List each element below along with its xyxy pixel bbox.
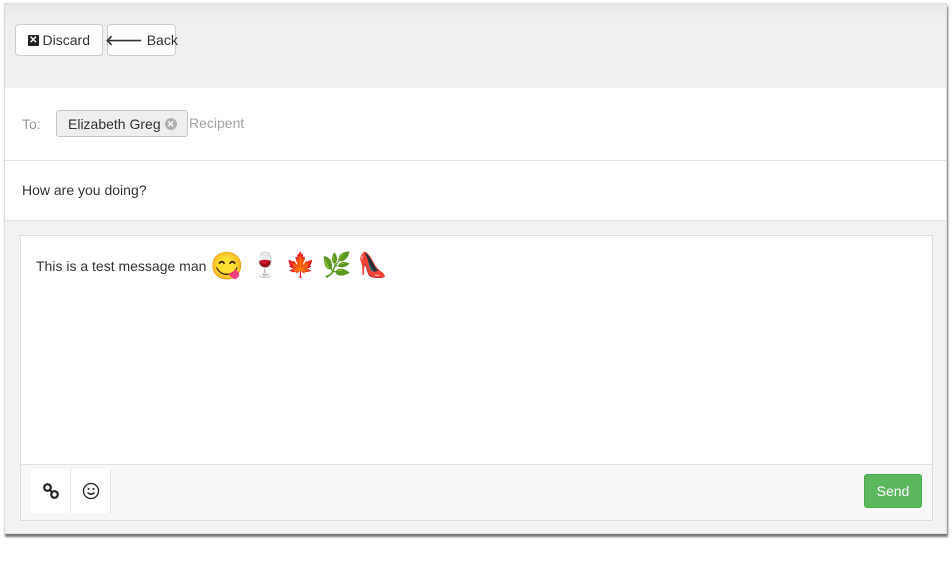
- insert-emoji-button[interactable]: [71, 469, 111, 513]
- link-icon: [42, 483, 59, 499]
- back-label: Back: [146, 32, 178, 48]
- high-heeled-shoe-emoji: 👠: [357, 252, 388, 279]
- insert-link-button[interactable]: [31, 469, 71, 513]
- recipient-input[interactable]: [189, 110, 489, 136]
- message-body[interactable]: This is a test message man 😋 🍷 🍁 🌿 👠: [21, 236, 932, 465]
- message-editor: This is a test message man 😋 🍷 🍁 🌿 👠 Sen…: [20, 235, 933, 521]
- compose-toolbar: ✕ Discard 🡐 Back: [5, 4, 946, 89]
- recipient-chip[interactable]: Elizabeth Greg ✕: [56, 110, 188, 137]
- compose-panel: ✕ Discard 🡐 Back To: Elizabeth Greg ✕ Th…: [4, 3, 947, 534]
- maple-leaf-emoji: 🍁: [285, 252, 316, 279]
- message-line: This is a test message man 😋 🍷 🍁 🌿 👠: [36, 250, 388, 282]
- subject-row: [5, 161, 946, 221]
- to-field-row: To: Elizabeth Greg ✕: [5, 88, 946, 161]
- message-text: This is a test message man: [36, 258, 207, 274]
- face-savoring-food-emoji: 😋: [210, 250, 245, 281]
- recipient-name: Elizabeth Greg: [68, 115, 161, 132]
- back-button[interactable]: 🡐 Back: [105, 24, 178, 56]
- subject-input[interactable]: [22, 179, 822, 201]
- discard-label: Discard: [42, 32, 90, 48]
- wine-glass-emoji: 🍷: [250, 252, 280, 279]
- remove-circle-icon[interactable]: ✕: [164, 117, 177, 130]
- herb-emoji: 🌿: [321, 252, 352, 279]
- editor-footer: Send: [21, 464, 932, 520]
- arrow-left-icon: 🡐: [105, 32, 143, 48]
- smiley-icon: [82, 482, 99, 500]
- to-label: To:: [22, 116, 41, 132]
- remove-sign-icon: ✕: [28, 34, 39, 46]
- discard-button[interactable]: ✕ Discard: [15, 24, 103, 56]
- send-button[interactable]: Send: [864, 474, 922, 508]
